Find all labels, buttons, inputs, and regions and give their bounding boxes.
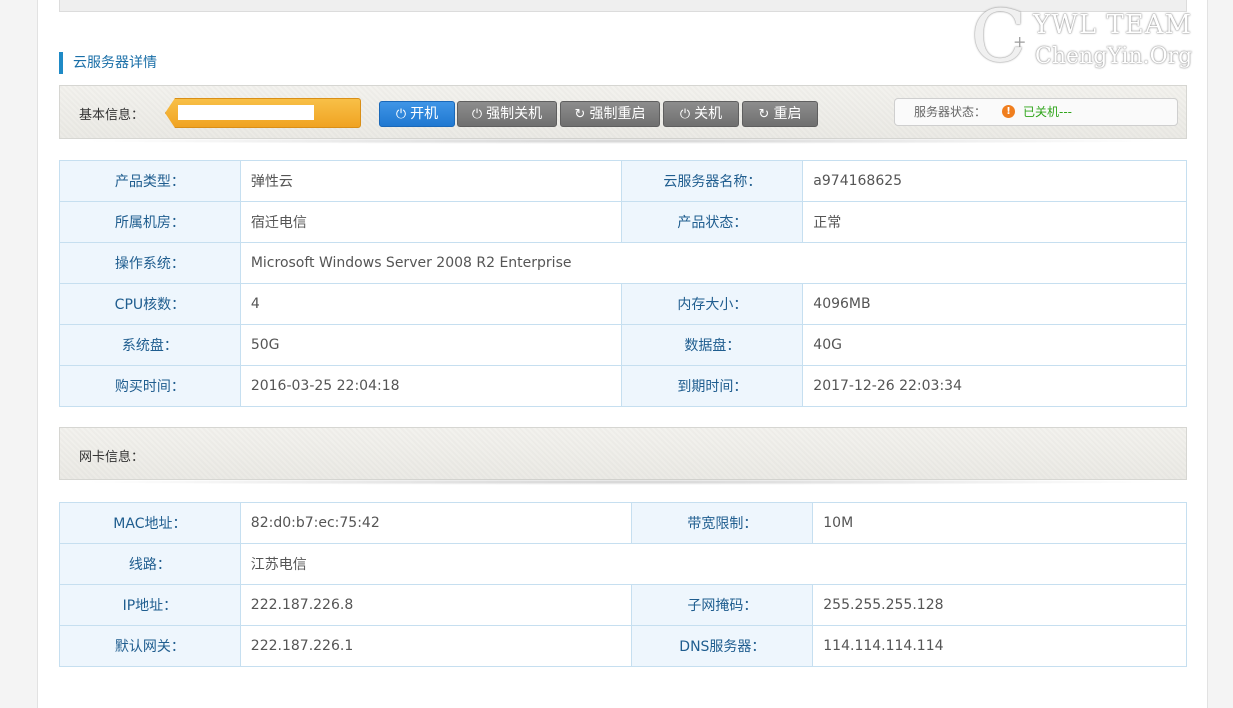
field-label: MAC地址：	[59, 502, 241, 544]
field-value: 222.187.226.8	[239, 584, 633, 626]
watermark-plus: +	[1013, 32, 1027, 51]
bar-shadow	[78, 138, 1168, 144]
field-value: 宿迁电信	[239, 201, 623, 243]
nic-info-table: MAC地址： 82:d0:b7:ec:75:42 带宽限制： 10M 线路： 江苏电信 IP…	[59, 502, 1188, 667]
table-row: MAC地址： 82:d0:b7:ec:75:42 带宽限制： 10M	[59, 502, 1187, 544]
table-row: 产品类型： 弹性云 云服务器名称： a974168625	[59, 160, 1187, 202]
server-status-box: 服务器状态： ! 已关机---	[894, 98, 1178, 126]
field-label: CPU核数：	[59, 283, 241, 325]
field-value: 114.114.114.114	[812, 625, 1187, 667]
field-label: 线路：	[59, 543, 241, 585]
field-value: 4	[239, 283, 623, 325]
field-value: a974168625	[802, 160, 1187, 202]
field-value: 弹性云	[239, 160, 623, 202]
field-value: 江苏电信	[239, 543, 1188, 585]
field-label: 云服务器名称：	[621, 160, 804, 202]
basic-info-bar: 基本信息： ⏻ 开机 ⏻ 强制关机 ↻ 强制重启 ⏻ 关机 ↻ 重启 服务器状态…	[59, 85, 1187, 139]
field-value: 10M	[812, 502, 1187, 544]
table-row: 线路： 江苏电信	[59, 543, 1188, 585]
field-label: 默认网关：	[59, 625, 241, 667]
field-label: 带宽限制：	[631, 502, 814, 544]
field-label: 产品状态：	[621, 201, 804, 243]
page-title: 云服务器详情	[59, 52, 157, 74]
nic-info-label: 网卡信息：	[79, 450, 145, 465]
restart-button[interactable]: ↻ 重启	[742, 101, 818, 127]
server-status-label: 服务器状态：	[914, 105, 987, 119]
warning-icon: !	[1002, 105, 1015, 118]
field-value: 2016-03-25 22:04:18	[239, 365, 623, 407]
basic-info-label: 基本信息：	[79, 108, 145, 123]
main-panel: 云服务器详情 基本信息： ⏻ 开机 ⏻ 强制关机 ↻ 强制重启 ⏻ 关机 ↻ 重…	[37, 0, 1208, 708]
field-label: 所属机房：	[59, 201, 241, 243]
field-label: IP地址：	[59, 584, 241, 626]
field-value: 222.187.226.1	[239, 625, 633, 667]
table-row: 默认网关： 222.187.226.1 DNS服务器： 114.114.114.114	[59, 625, 1187, 667]
ywl-team-watermark: C + YWL TEAM ChengYin.Org	[971, 0, 1223, 72]
field-value: 50G	[239, 324, 623, 366]
field-label: 系统盘：	[59, 324, 241, 366]
power-icon: ⏻	[679, 106, 691, 122]
field-value: 255.255.255.128	[812, 584, 1187, 626]
field-label: 操作系统：	[59, 242, 241, 284]
shutdown-button[interactable]: ⏻ 关机	[663, 101, 739, 127]
field-label: 到期时间：	[621, 365, 804, 407]
field-value: 正常	[802, 201, 1187, 243]
redacted-value	[178, 105, 314, 120]
server-status-value: 已关机---	[1023, 105, 1072, 119]
power-icon: ⏻	[471, 106, 483, 122]
field-value: Microsoft Windows Server 2008 R2 Enterpr…	[239, 242, 1188, 284]
refresh-icon: ↻	[758, 106, 770, 122]
field-label: 购买时间：	[59, 365, 241, 407]
table-row: 所属机房： 宿迁电信 产品状态： 正常	[59, 201, 1187, 243]
force-shutdown-button[interactable]: ⏻ 强制关机	[457, 101, 557, 127]
watermark-site: ChengYin.Org	[1035, 44, 1193, 69]
table-row: 购买时间： 2016-03-25 22:04:18 到期时间： 2017-12-26 …	[59, 365, 1187, 407]
refresh-icon: ↻	[574, 106, 586, 122]
table-row: CPU核数： 4 内存大小： 4096MB	[59, 283, 1187, 325]
field-label: DNS服务器：	[631, 625, 814, 667]
field-label: 数据盘：	[621, 324, 804, 366]
field-value: 2017-12-26 22:03:34	[802, 365, 1187, 407]
server-info-table: 产品类型： 弹性云 云服务器名称： a974168625 所属机房： 宿迁电信 产品状态：正…	[59, 160, 1188, 407]
force-restart-button[interactable]: ↻ 强制重启	[560, 101, 660, 127]
watermark-title: YWL TEAM	[1033, 10, 1193, 40]
table-row: IP地址： 222.187.226.8 子网掩码： 255.255.255.128	[59, 584, 1187, 626]
nic-info-bar: 网卡信息：	[59, 427, 1187, 480]
field-label: 内存大小：	[621, 283, 804, 325]
power-on-button[interactable]: ⏻ 开机	[379, 101, 455, 127]
power-icon: ⏻	[395, 106, 407, 122]
table-row: 系统盘： 50G 数据盘： 40G	[59, 324, 1187, 366]
field-label: 子网掩码：	[631, 584, 814, 626]
server-ip-tag	[165, 98, 361, 128]
field-value: 82:d0:b7:ec:75:42	[239, 502, 633, 544]
field-value: 4096MB	[802, 283, 1187, 325]
field-value: 40G	[802, 324, 1187, 366]
bar-shadow	[78, 479, 1168, 485]
table-row: 操作系统： Microsoft Windows Server 2008 R2 En…	[59, 242, 1188, 284]
field-label: 产品类型：	[59, 160, 241, 202]
